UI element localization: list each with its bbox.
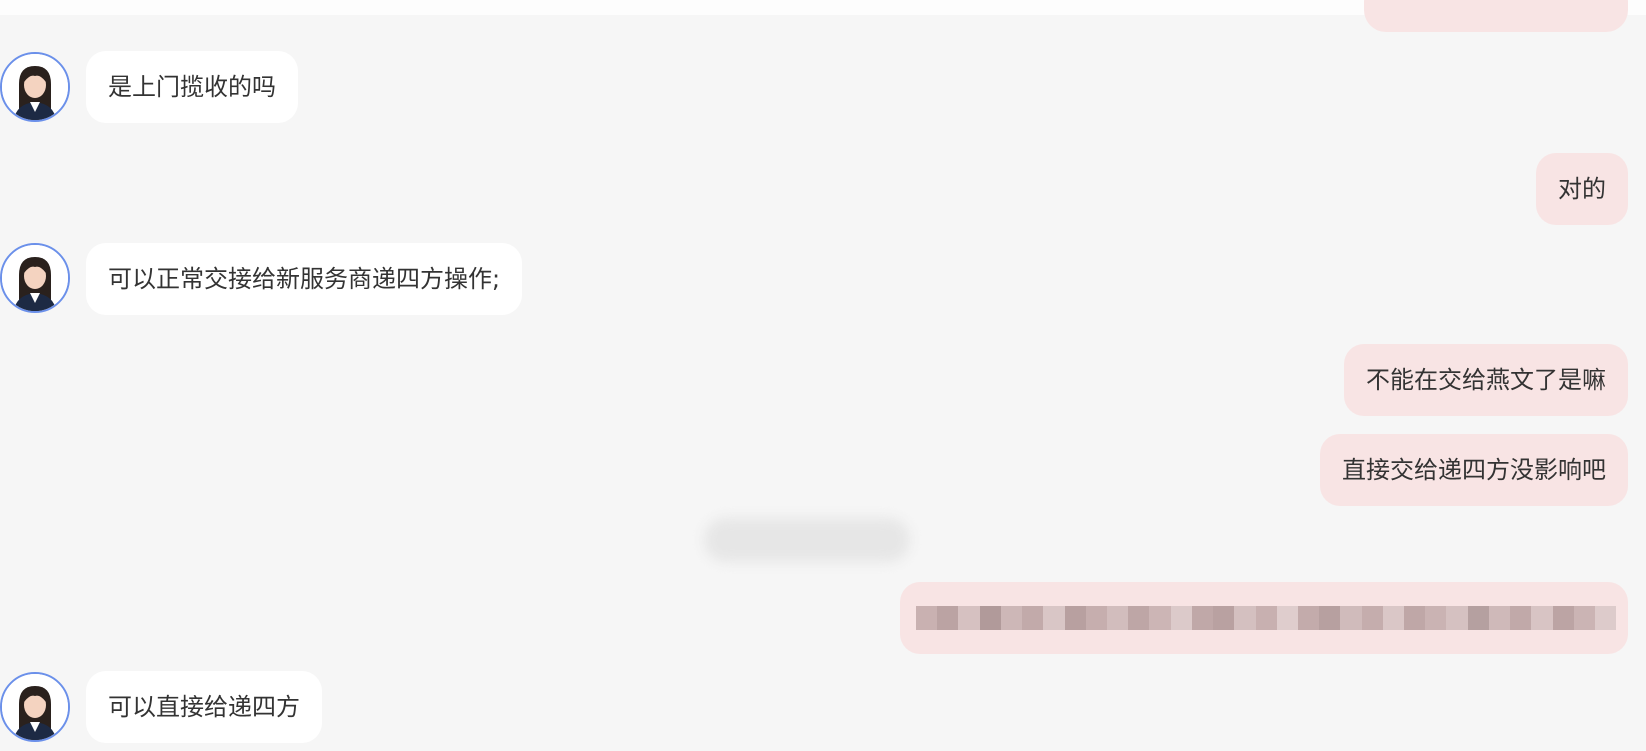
previous-message-bubble [1364, 0, 1628, 32]
agent-avatar-icon [2, 54, 68, 120]
message-text: 不能在交给燕文了是嘛 [1366, 366, 1606, 394]
agent-message-bubble[interactable]: 可以正常交接给新服务商递四方操作; [86, 243, 523, 315]
user-message-bubble[interactable]: 直接交给递四方没影响吧 [1320, 434, 1628, 506]
user-message-bubble-redacted[interactable] [900, 582, 1628, 654]
agent-avatar-icon [2, 245, 68, 311]
message-text: 直接交给递四方没影响吧 [1342, 456, 1606, 484]
system-notice [704, 518, 910, 562]
user-message-bubble[interactable]: 不能在交给燕文了是嘛 [1344, 344, 1628, 416]
agent-avatar[interactable] [0, 243, 70, 313]
message-text: 是上门揽收的吗 [108, 73, 276, 101]
message-text: 可以直接给递四方 [108, 693, 300, 721]
agent-avatar-icon [2, 674, 68, 740]
agent-avatar[interactable] [0, 52, 70, 122]
message-text: 可以正常交接给新服务商递四方操作; [108, 265, 501, 293]
agent-avatar[interactable] [0, 672, 70, 742]
user-message-bubble[interactable]: 对的 [1536, 153, 1628, 225]
agent-message-bubble[interactable]: 可以直接给递四方 [86, 671, 322, 743]
message-text: 对的 [1558, 175, 1606, 203]
redacted-content [916, 606, 1617, 630]
agent-message-bubble[interactable]: 是上门揽收的吗 [86, 51, 298, 123]
